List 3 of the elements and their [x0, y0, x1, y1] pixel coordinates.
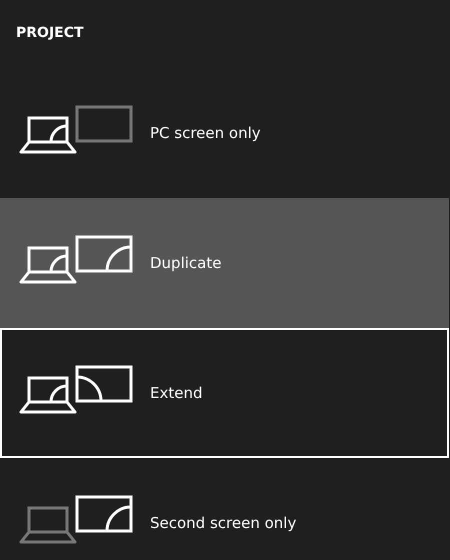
panel-title: PROJECT — [15, 24, 85, 43]
project-option[interactable]: Extend — [0, 328, 449, 458]
project-option[interactable]: Duplicate — [0, 198, 449, 328]
